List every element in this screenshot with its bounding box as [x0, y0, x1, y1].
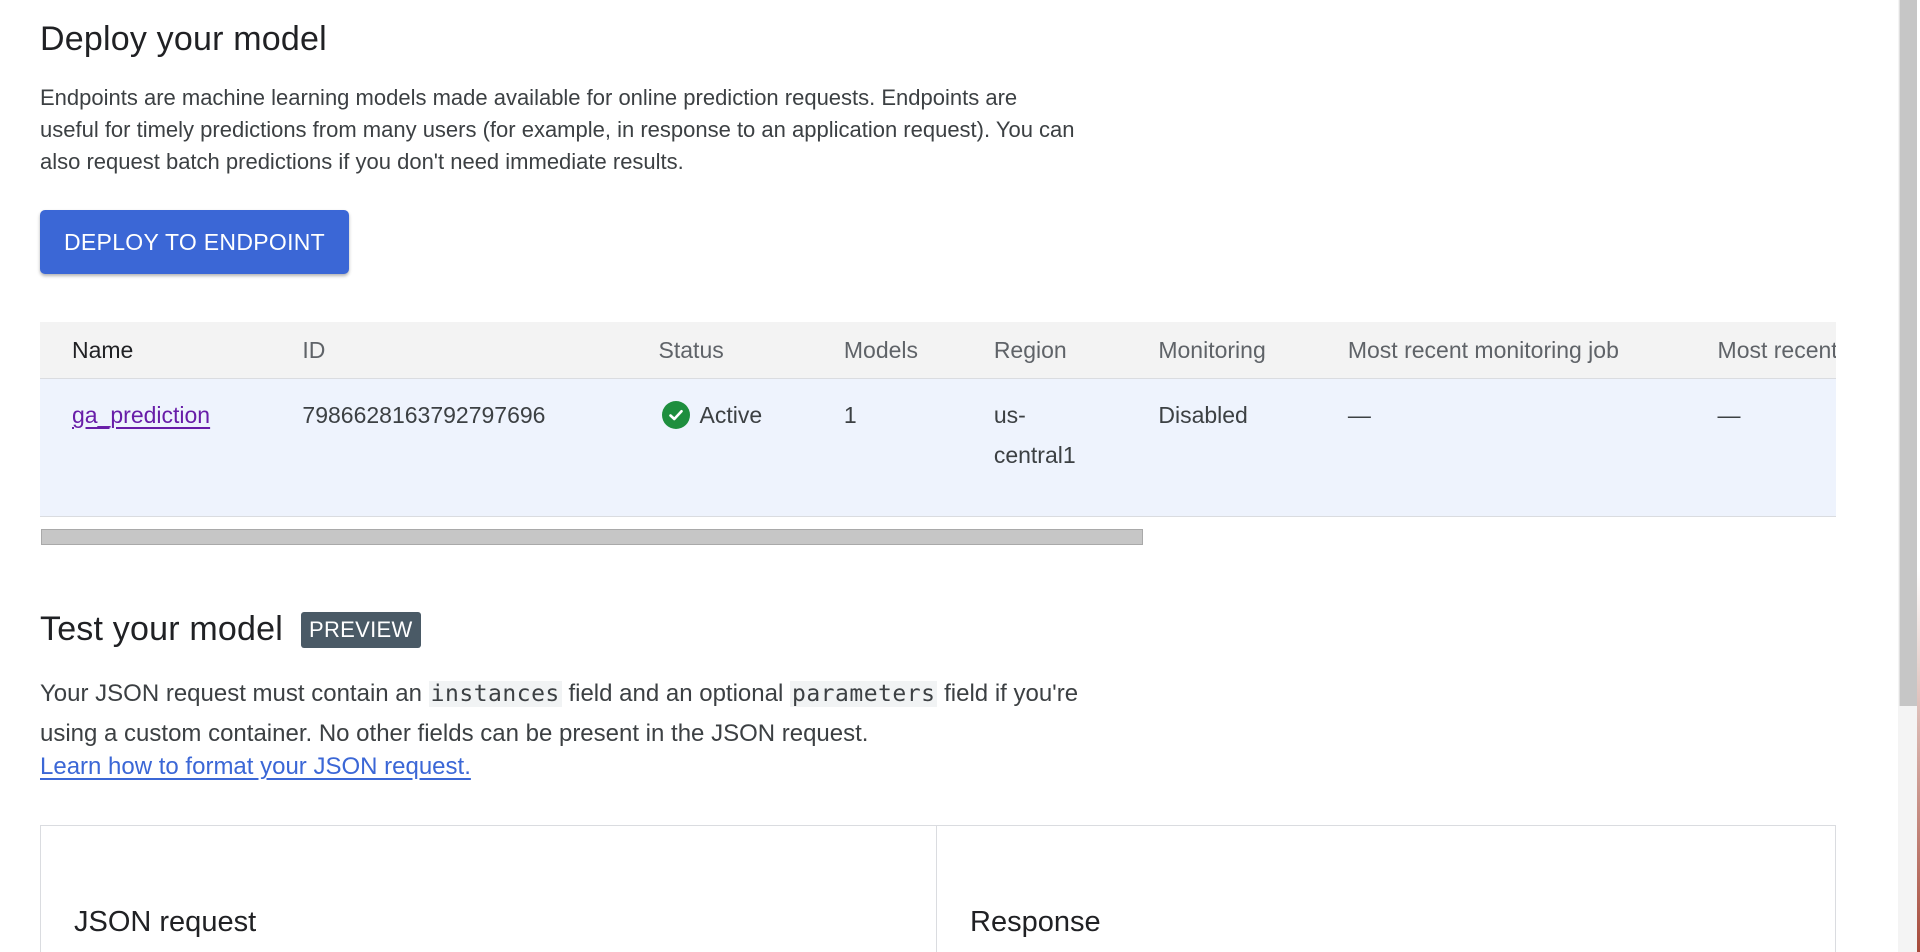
status-text: Active	[699, 402, 763, 428]
endpoint-recent-job-cell: —	[1347, 378, 1718, 517]
preview-badge: PREVIEW	[301, 611, 421, 648]
endpoint-recent-alerts-cell: —	[1717, 378, 1836, 517]
column-header-monitoring: Monitoring	[1158, 322, 1348, 379]
endpoint-status-cell: Active	[658, 378, 844, 517]
endpoint-models-cell: 1	[843, 378, 994, 517]
endpoints-table-container[interactable]: Name ID Status Models Region Monitoring …	[40, 322, 1836, 518]
page: Deploy your model Endpoints are machine …	[0, 0, 1920, 952]
learn-json-format-link[interactable]: Learn how to format your JSON request.	[40, 753, 471, 781]
column-header-name[interactable]: Name	[40, 322, 303, 379]
check-circle-icon	[661, 401, 690, 429]
json-request-title: JSON request	[74, 906, 257, 938]
response-title: Response	[970, 906, 1101, 938]
endpoint-monitoring-cell: Disabled	[1158, 378, 1348, 517]
table-header-row: Name ID Status Models Region Monitoring …	[40, 322, 1836, 379]
endpoint-name-cell: ga_prediction	[40, 378, 303, 517]
column-header-id: ID	[302, 322, 659, 379]
code-instances: instances	[428, 681, 562, 707]
deploy-section-description: Endpoints are machine learning models ma…	[40, 85, 1075, 174]
deploy-to-endpoint-button[interactable]: DEPLOY TO ENDPOINT	[40, 210, 350, 274]
column-header-region: Region	[993, 322, 1159, 379]
code-parameters: parameters	[789, 681, 938, 707]
test-section-title: Test your model	[40, 610, 283, 648]
endpoint-region-cell: us-central1	[993, 378, 1159, 517]
endpoint-name-link[interactable]: ga_prediction	[72, 402, 210, 428]
endpoints-table: Name ID Status Models Region Monitoring …	[40, 322, 1836, 517]
test-section-description: Your JSON request must contain an instan…	[40, 674, 1100, 754]
response-panel: Response	[937, 826, 1835, 952]
json-request-panel: JSON request	[41, 826, 937, 952]
deploy-section-title: Deploy your model	[40, 20, 327, 58]
column-header-status: Status	[658, 322, 844, 379]
table-row[interactable]: ga_prediction 7986628163792797696 Active…	[40, 378, 1836, 517]
test-panels: JSON request Response	[40, 825, 1836, 952]
region-text: us-central1	[993, 402, 1076, 468]
test-desc-text-2: field and an optional	[568, 680, 784, 707]
test-section-header: Test your model PREVIEW	[40, 610, 421, 649]
table-horizontal-scrollbar[interactable]	[41, 529, 1143, 545]
column-header-recent-alerts: Most recent alerts	[1717, 322, 1836, 379]
column-header-models: Models	[843, 322, 994, 379]
endpoint-id-cell: 7986628163792797696	[302, 378, 659, 517]
column-header-recent-monitoring-job: Most recent monitoring job	[1347, 322, 1718, 379]
test-desc-text-1: Your JSON request must contain an	[40, 680, 422, 707]
